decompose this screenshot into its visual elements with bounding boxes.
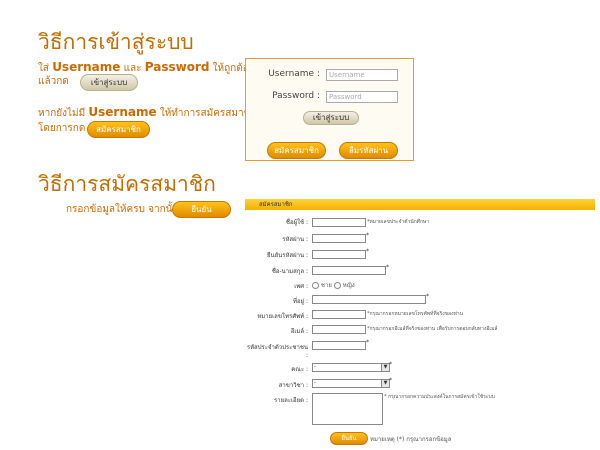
- forgot-password-button[interactable]: ลืมรหัสผ่าน: [339, 142, 398, 159]
- gender-female-radio[interactable]: [333, 282, 341, 289]
- form-password-confirm-input[interactable]: [312, 250, 366, 259]
- form-details-note: * กรุณากรอกความประสงค์ในการสมัครเข้าใช้ร…: [384, 394, 495, 400]
- form-username-label: ชื่อผู้ใช้ :: [285, 219, 308, 226]
- form-address-required: *: [426, 293, 429, 300]
- form-address-input[interactable]: [312, 295, 426, 304]
- register-example-button[interactable]: สมัครสมาชิก: [87, 121, 150, 138]
- form-gender-options: ชาย หญิง: [312, 280, 355, 290]
- form-password-required: *: [366, 232, 369, 239]
- register-instruction-line2: โดยการกด: [38, 123, 86, 134]
- form-password-confirm-label: ยืนยันรหัสผ่าน :: [267, 252, 308, 259]
- form-password-label: รหัสผ่าน :: [282, 236, 308, 243]
- username-label: Username :: [268, 69, 320, 79]
- form-email-input[interactable]: [312, 325, 366, 334]
- form-phone-input[interactable]: [312, 310, 366, 319]
- form-major-required: *: [389, 377, 392, 384]
- form-email-label: อีเมล์ :: [290, 328, 308, 335]
- register-form-header: สมัครสมาชิก: [245, 199, 595, 210]
- form-username-input[interactable]: [312, 218, 366, 227]
- form-fullname-label: ชื่อ-นามสกุล :: [271, 268, 308, 275]
- form-faculty-label: คณะ :: [291, 366, 308, 373]
- login-button[interactable]: เข้าสู่ระบบ: [303, 111, 359, 125]
- form-phone-label: หมายเลขโทรศัพท์ :: [257, 313, 308, 320]
- form-idcard-input[interactable]: [312, 341, 366, 350]
- form-fullname-input[interactable]: [312, 266, 386, 275]
- password-input[interactable]: Password: [326, 91, 398, 103]
- form-major-label: สาขาวิชา :: [278, 382, 308, 389]
- login-section-title: วิธีการเข้าสู่ระบบ: [38, 30, 194, 54]
- form-password-input[interactable]: [312, 234, 366, 243]
- form-footer-note: หมายเหตุ (*) กรุณากรอกข้อมูล: [370, 436, 452, 443]
- form-gender-label: เพศ :: [294, 283, 308, 290]
- chevron-down-icon: ▼: [381, 364, 389, 371]
- form-submit-button[interactable]: ยืนยัน: [330, 432, 368, 445]
- form-password-confirm-required: *: [366, 248, 369, 255]
- form-details-textarea[interactable]: [312, 393, 383, 425]
- username-input[interactable]: Username: [326, 69, 398, 81]
- register-instruction-line1: หากยังไม่มี Username ให้ทำการสมัครสมาชิก: [38, 105, 257, 119]
- register-section-title: วิธีการสมัครสมาชิก: [38, 172, 216, 196]
- login-instruction-line2: แล้วกด: [38, 76, 69, 87]
- form-faculty-required: *: [389, 361, 392, 368]
- confirm-example-button[interactable]: ยืนยัน: [172, 201, 231, 218]
- form-phone-note: *กรุณากรอกหมายเลขโทรศัพท์ที่จริงของท่าน: [367, 311, 464, 317]
- form-email-note: *กรุณากรอกอีเมล์ที่จริงของท่าน เพื่อรับก…: [367, 326, 498, 332]
- login-instruction-line1: ใส่ Username และ Password ให้ถูกต้อง: [38, 60, 254, 74]
- form-address-label: ที่อยู่ :: [292, 298, 308, 305]
- login-box: Username : Username Password : Password …: [245, 58, 414, 161]
- form-faculty-select[interactable]: - ▼: [312, 363, 390, 372]
- form-fullname-required: *: [386, 264, 389, 271]
- gender-male-radio[interactable]: [312, 282, 319, 289]
- password-label: Password :: [272, 91, 320, 101]
- register-button[interactable]: สมัครสมาชิก: [267, 142, 326, 159]
- form-username-note: *หมายเลขประจำตัวนักศึกษา: [367, 219, 430, 225]
- form-major-select[interactable]: - ▼: [312, 379, 390, 388]
- form-idcard-required: *: [366, 339, 369, 346]
- chevron-down-icon: ▼: [381, 380, 389, 387]
- form-details-label: รายละเอียด :: [273, 397, 308, 404]
- form-idcard-label: รหัสประจำตัวประชาชน :: [246, 344, 308, 359]
- login-example-button[interactable]: เข้าสู่ระบบ: [80, 74, 138, 91]
